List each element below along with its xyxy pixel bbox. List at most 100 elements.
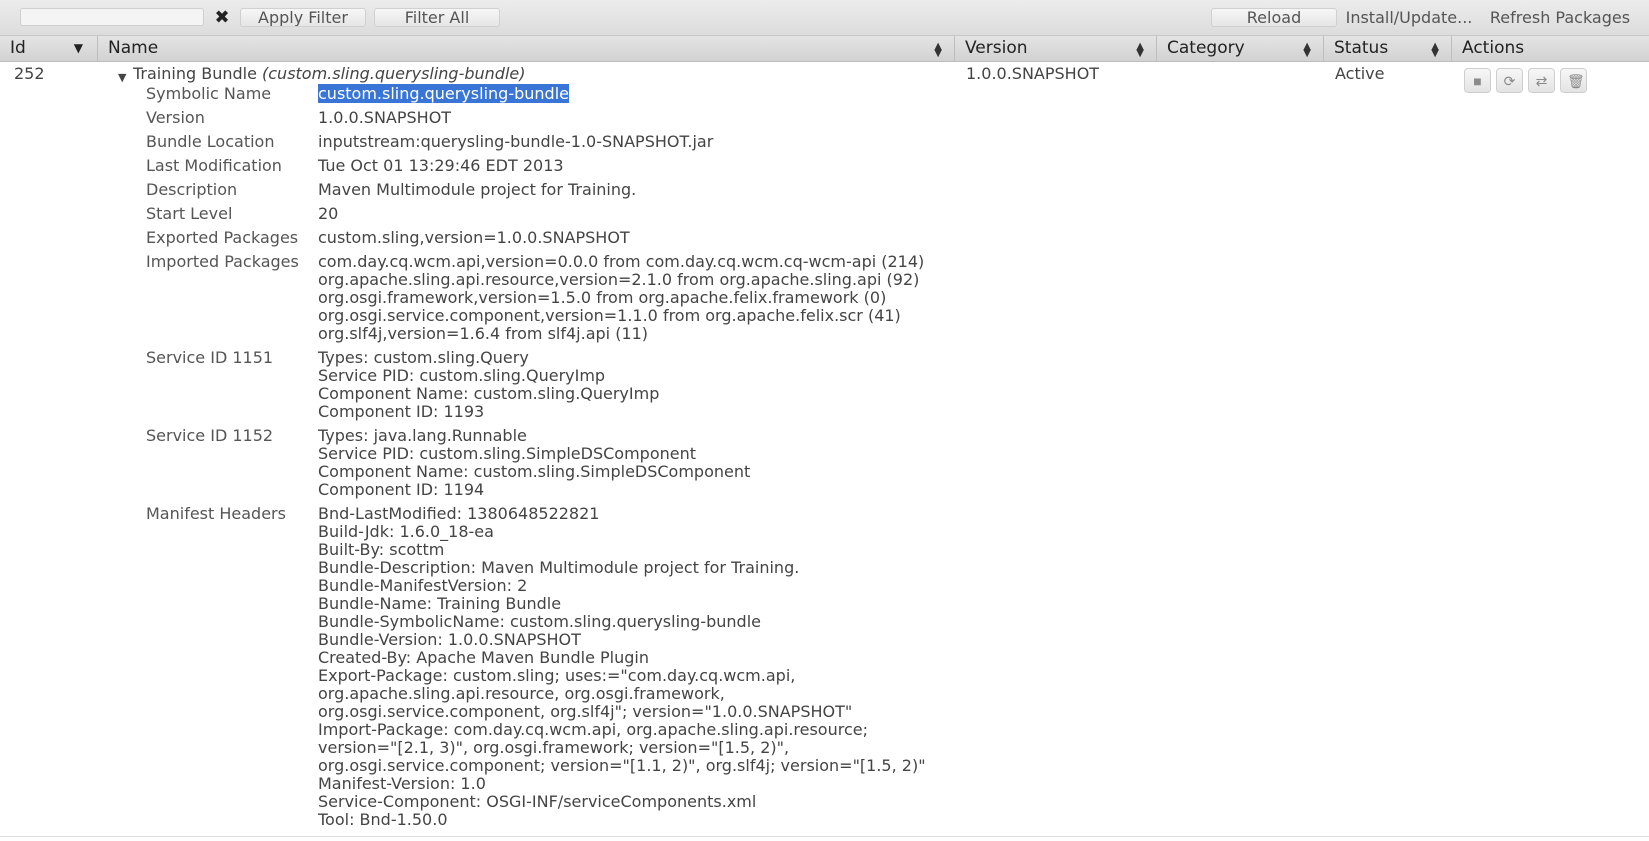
detail-value-line: org.slf4j,version=1.6.4 from slf4j.api (… bbox=[318, 324, 649, 343]
detail-value-line: Bnd-LastModified: 1380648522821 bbox=[318, 504, 600, 523]
detail-value: Types: custom.sling.Query Service PID: cu… bbox=[318, 346, 659, 424]
update-button[interactable]: ⇄ bbox=[1528, 68, 1555, 93]
table-header: Id ▼ Name ▲ ▼ Version ▲ ▼ Category ▲ ▼ Stat… bbox=[0, 36, 1649, 62]
detail-label: Service ID 1152 bbox=[146, 426, 274, 445]
detail-value-line: com.day.cq.wcm.api,version=0.0.0 from co… bbox=[318, 252, 925, 271]
detail-value-line: Component Name: custom.sling.SimpleDSCom… bbox=[318, 462, 751, 481]
stop-icon: ■ bbox=[1473, 73, 1482, 89]
detail-value-line: Service PID: custom.sling.SimpleDSCompon… bbox=[318, 444, 696, 463]
detail-value-line: inputstream:querysling-bundle-1.0-SNAPSH… bbox=[318, 132, 714, 151]
detail-value-line: 20 bbox=[318, 204, 339, 223]
detail-value: com.day.cq.wcm.api,version=0.0.0 from co… bbox=[318, 250, 924, 346]
detail-value-line: Types: java.lang.Runnable bbox=[318, 426, 527, 445]
column-header-name[interactable]: Name ▲ ▼ bbox=[98, 36, 955, 61]
detail-row: Bundle Location inputstream:querysling-bu… bbox=[0, 130, 1000, 154]
detail-row: Last Modification Tue Oct 01 13:29:46 EDT… bbox=[0, 154, 1000, 178]
column-header-category[interactable]: Category ▲ ▼ bbox=[1157, 36, 1324, 61]
detail-value-line: org.apache.sling.api.resource, org.osgi.… bbox=[318, 684, 725, 703]
update-icon: ⇄ bbox=[1535, 73, 1548, 89]
filter-input[interactable] bbox=[20, 8, 204, 26]
refresh-icon: ⟳ bbox=[1503, 73, 1516, 89]
detail-value-line: Bundle-Description: Maven Multimodule pr… bbox=[318, 558, 800, 577]
refresh-button[interactable]: ⟳ bbox=[1496, 68, 1523, 93]
detail-row: Description Maven Multimodule project for… bbox=[0, 178, 1000, 202]
stop-button[interactable]: ■ bbox=[1464, 68, 1491, 93]
detail-value-line: Export-Package: custom.sling; uses:="com… bbox=[318, 666, 796, 685]
detail-value-line: Import-Package: com.day.cq.wcm.api, org.… bbox=[318, 720, 868, 739]
detail-label: Exported Packages bbox=[146, 228, 299, 247]
detail-value: Maven Multimodule project for Training. bbox=[318, 178, 636, 202]
detail-value-line: Tue Oct 01 13:29:46 EDT 2013 bbox=[318, 156, 564, 175]
detail-value-line: Bundle-SymbolicName: custom.sling.querys… bbox=[318, 612, 761, 631]
detail-row: Imported Packages com.day.cq.wcm.api,vers… bbox=[0, 250, 1000, 346]
detail-label: Imported Packages bbox=[146, 252, 299, 271]
detail-value: Tue Oct 01 13:29:46 EDT 2013 bbox=[318, 154, 564, 178]
detail-value-line: Bundle-ManifestVersion: 2 bbox=[318, 576, 528, 595]
bundle-id: 252 bbox=[14, 64, 45, 83]
detail-value-line: Bundle-Name: Training Bundle bbox=[318, 594, 562, 613]
detail-value-line: Component ID: 1194 bbox=[318, 480, 485, 499]
bundle-name[interactable]: Training Bundle (custom.sling.querysling… bbox=[133, 64, 525, 83]
detail-value-line: org.osgi.framework,version=1.5.0 from or… bbox=[318, 288, 887, 307]
detail-value: 1.0.0.SNAPSHOT bbox=[318, 106, 451, 130]
detail-value-line: Tool: Bnd-1.50.0 bbox=[318, 810, 448, 829]
detail-value-line: org.apache.sling.api.resource,version=2.… bbox=[318, 270, 920, 289]
column-header-version[interactable]: Version ▲ ▼ bbox=[955, 36, 1157, 61]
detail-row: Exported Packages custom.sling,version=1.… bbox=[0, 226, 1000, 250]
detail-value-line: custom.sling.querysling-bundle bbox=[318, 82, 569, 106]
apply-filter-button[interactable]: Apply Filter bbox=[240, 8, 366, 27]
bundle-symbolic-name: (custom.sling.querysling-bundle) bbox=[262, 64, 526, 83]
column-header-actions: Actions bbox=[1462, 38, 1525, 58]
detail-label: Description bbox=[146, 180, 238, 199]
detail-value: custom.sling,version=1.0.0.SNAPSHOT bbox=[318, 226, 630, 250]
detail-value-line: org.osgi.service.component,version=1.1.0… bbox=[318, 306, 901, 325]
detail-value-line: version="[2.1, 3)", org.osgi.framework; … bbox=[318, 738, 790, 757]
detail-label: Version bbox=[146, 108, 205, 127]
clear-filter-icon[interactable]: ✖ bbox=[213, 9, 231, 27]
column-header-status[interactable]: Status ▲ ▼ bbox=[1324, 36, 1452, 61]
detail-label: Bundle Location bbox=[146, 132, 275, 151]
filter-all-button[interactable]: Filter All bbox=[374, 8, 500, 27]
detail-value-line: 1.0.0.SNAPSHOT bbox=[318, 108, 452, 127]
detail-label: Last Modification bbox=[146, 156, 282, 175]
detail-row: Service ID 1151 Types: custom.sling.Query… bbox=[0, 346, 1000, 424]
detail-label: Service ID 1151 bbox=[146, 348, 274, 367]
detail-row: Manifest Headers Bnd-LastModified: 138064… bbox=[0, 502, 1000, 832]
detail-row: Symbolic Name custom.sling.querysling-bun… bbox=[0, 82, 1000, 106]
toolbar: ✖ Apply Filter Filter All Reload Install… bbox=[0, 0, 1649, 36]
detail-label: Start Level bbox=[146, 204, 233, 223]
bundle-details: Symbolic Name custom.sling.querysling-bun… bbox=[0, 82, 1000, 832]
detail-value: inputstream:querysling-bundle-1.0-SNAPSH… bbox=[318, 130, 713, 154]
install-update-button[interactable]: Install/Update... bbox=[1340, 8, 1478, 27]
detail-value: Bnd-LastModified: 1380648522821 Build-Jdk… bbox=[318, 502, 926, 832]
detail-value-line: custom.sling,version=1.0.0.SNAPSHOT bbox=[318, 228, 630, 247]
detail-value-line: Maven Multimodule project for Training. bbox=[318, 180, 637, 199]
detail-value-line: org.osgi.service.component, org.slf4j"; … bbox=[318, 702, 853, 721]
detail-value: custom.sling.querysling-bundle bbox=[318, 82, 569, 106]
sort-desc-icon: ▼ bbox=[73, 41, 83, 55]
detail-label: Symbolic Name bbox=[146, 84, 272, 103]
detail-row: Version 1.0.0.SNAPSHOT bbox=[0, 106, 1000, 130]
detail-value-line: Created-By: Apache Maven Bundle Plugin bbox=[318, 648, 649, 667]
trash-icon: 🗑 bbox=[1567, 73, 1585, 89]
refresh-packages-button[interactable]: Refresh Packages bbox=[1483, 8, 1637, 27]
detail-value-line: Bundle-Version: 1.0.0.SNAPSHOT bbox=[318, 630, 581, 649]
uninstall-button[interactable]: 🗑 bbox=[1560, 68, 1587, 93]
column-header-id[interactable]: Id ▼ bbox=[0, 36, 98, 61]
reload-button[interactable]: Reload bbox=[1211, 8, 1337, 27]
detail-value: 20 bbox=[318, 202, 338, 226]
detail-value-line: Build-Jdk: 1.6.0_18-ea bbox=[318, 522, 494, 541]
detail-row: Service ID 1152 Types: java.lang.Runnable… bbox=[0, 424, 1000, 502]
detail-label: Manifest Headers bbox=[146, 504, 286, 523]
detail-row: Start Level 20 bbox=[0, 202, 1000, 226]
detail-value: Types: java.lang.Runnable Service PID: cu… bbox=[318, 424, 750, 502]
detail-value-line: org.osgi.service.component; version="[1.… bbox=[318, 756, 926, 775]
divider bbox=[0, 836, 1649, 837]
detail-value-line: Built-By: scottm bbox=[318, 540, 445, 559]
bundle-version: 1.0.0.SNAPSHOT bbox=[966, 64, 1100, 83]
selected-text: custom.sling.querysling-bundle bbox=[318, 84, 569, 103]
detail-value-line: Manifest-Version: 1.0 bbox=[318, 774, 486, 793]
detail-value-line: Service PID: custom.sling.QueryImp bbox=[318, 366, 606, 385]
detail-value-line: Types: custom.sling.Query bbox=[318, 348, 529, 367]
detail-value-line: Component Name: custom.sling.QueryImp bbox=[318, 384, 660, 403]
